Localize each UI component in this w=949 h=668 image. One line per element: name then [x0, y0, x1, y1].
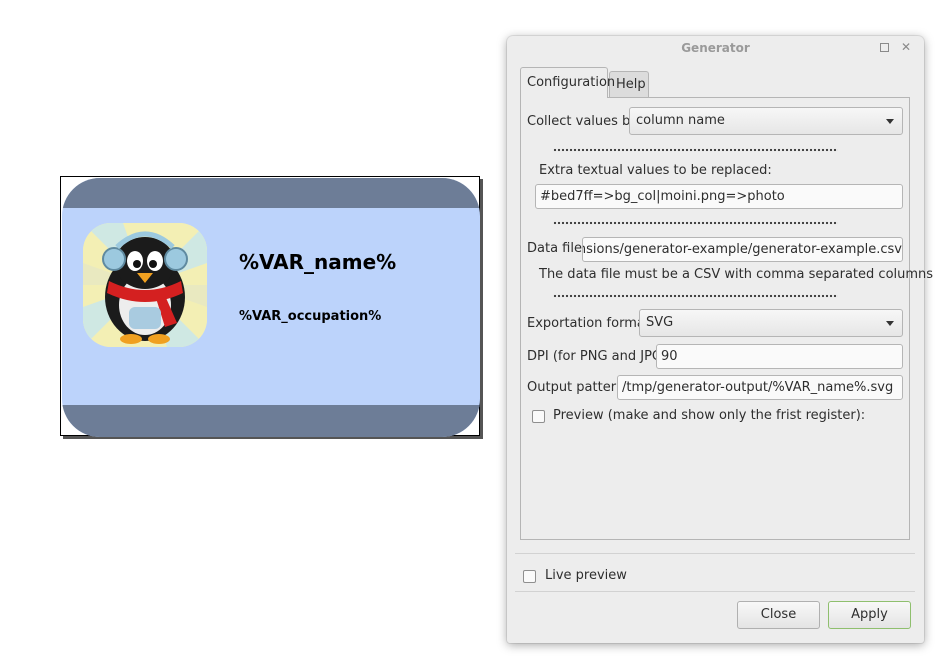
dialog-title: Generator — [681, 41, 750, 55]
dpi-label: DPI (for PNG and JPG): — [527, 349, 672, 364]
data-file-label: Data file: — [527, 241, 587, 256]
chevron-down-icon — [886, 119, 894, 124]
divider — [515, 553, 915, 554]
live-preview-label[interactable]: Live preview — [545, 568, 627, 583]
maximize-icon[interactable] — [877, 40, 891, 54]
export-format-label: Exportation format: — [527, 316, 655, 331]
dialog-titlebar[interactable]: Generator ✕ — [507, 36, 924, 60]
collect-values-label: Collect values by: — [527, 114, 642, 129]
separator — [553, 148, 838, 152]
document-canvas[interactable]: %VAR_name% %VAR_occupation% — [0, 0, 500, 668]
data-file-value: /usr/share/inkscape/extensions/generator… — [583, 242, 902, 257]
tab-configuration[interactable]: Configuration — [520, 67, 615, 98]
close-icon[interactable]: ✕ — [899, 40, 913, 54]
preview-label[interactable]: Preview (make and show only the frist re… — [553, 408, 865, 423]
live-preview-checkbox[interactable] — [523, 570, 536, 583]
card-occupation-placeholder[interactable]: %VAR_occupation% — [239, 309, 381, 324]
data-file-input[interactable]: /usr/share/inkscape/extensions/generator… — [582, 237, 903, 262]
data-file-hint: The data file must be a CSV with comma s… — [539, 267, 934, 282]
penguin-icon — [83, 223, 207, 347]
collect-values-value: column name — [636, 113, 725, 128]
card-top-band — [62, 178, 480, 208]
close-button[interactable]: Close — [737, 601, 820, 629]
output-pattern-label: Output pattern: — [527, 380, 629, 395]
separator — [553, 294, 838, 298]
extra-values-label: Extra textual values to be replaced: — [539, 163, 772, 178]
collect-values-select[interactable]: column name — [629, 107, 903, 135]
output-pattern-input[interactable]: /tmp/generator-output/%VAR_name%.svg — [617, 375, 903, 400]
preview-checkbox[interactable] — [532, 410, 545, 423]
card-bottom-band — [62, 405, 480, 437]
apply-button[interactable]: Apply — [828, 601, 911, 629]
generator-dialog: Generator ✕ Configuration Help Collect v… — [507, 36, 933, 643]
export-format-select[interactable]: SVG — [639, 309, 903, 337]
extra-values-input[interactable]: #bed7ff=>bg_col|moini.png=>photo — [535, 184, 903, 209]
divider — [515, 591, 915, 592]
chevron-down-icon — [886, 321, 894, 326]
configuration-panel: Collect values by: column name Extra tex… — [520, 97, 933, 540]
separator — [553, 221, 838, 225]
export-format-value: SVG — [646, 315, 674, 330]
card-name-placeholder[interactable]: %VAR_name% — [239, 250, 396, 274]
dpi-input[interactable]: 90 — [656, 344, 903, 369]
penguin-photo[interactable] — [83, 223, 207, 347]
